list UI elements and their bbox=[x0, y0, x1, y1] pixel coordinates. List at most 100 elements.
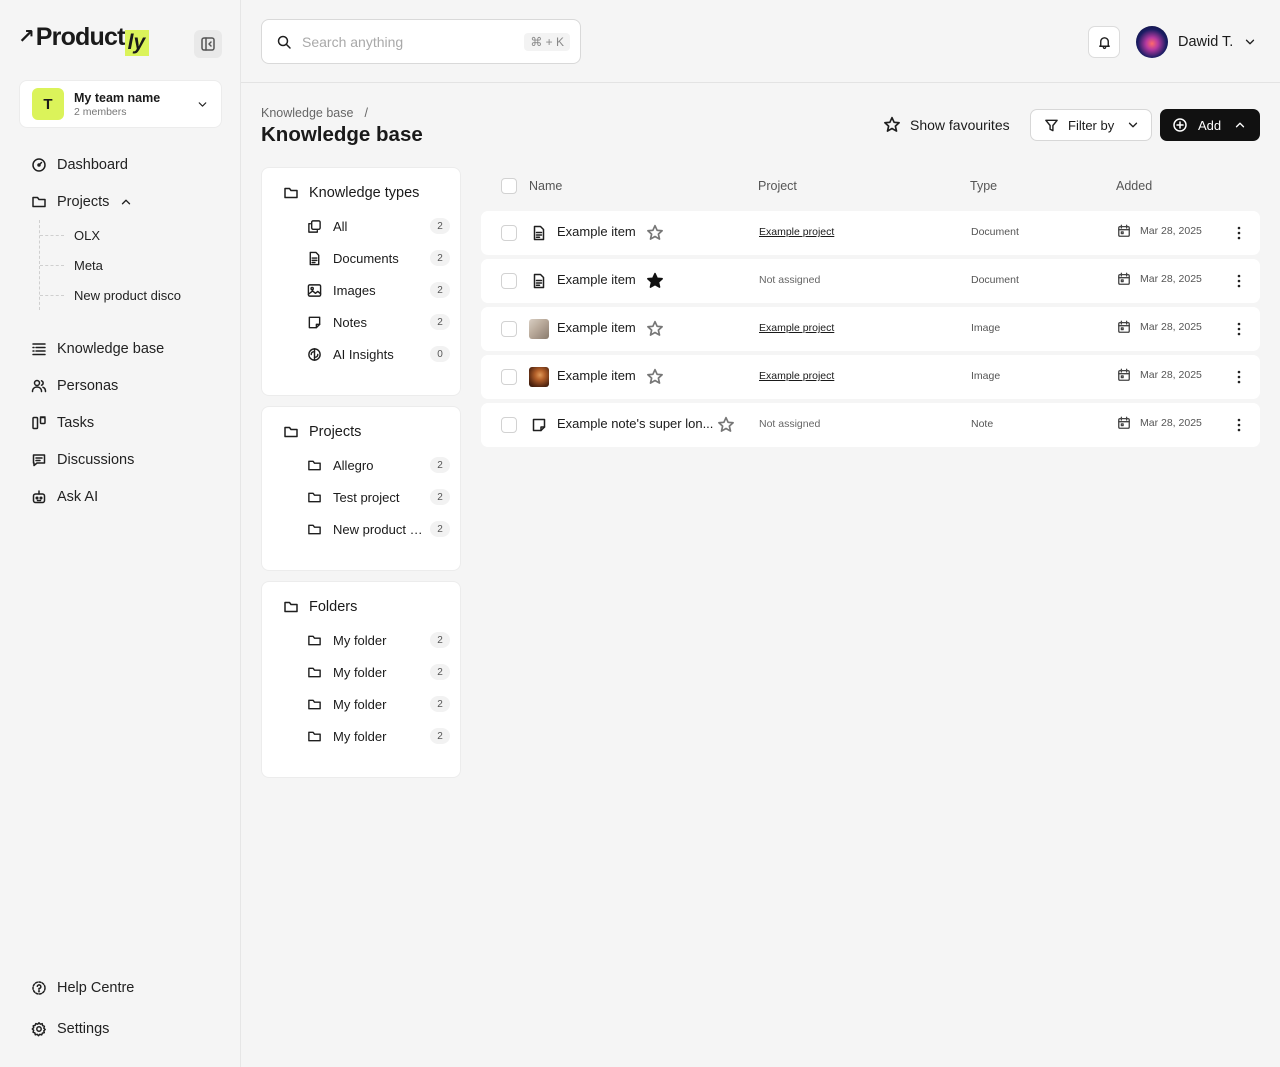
nav-projects[interactable]: Projects bbox=[0, 183, 241, 220]
table-row[interactable]: Example item Not assigned Document Mar 2… bbox=[481, 259, 1260, 303]
nav-settings[interactable]: Settings bbox=[0, 1010, 241, 1047]
row-menu-button[interactable] bbox=[1229, 271, 1249, 291]
row-menu-button[interactable] bbox=[1229, 319, 1249, 339]
row-added: Mar 28, 2025 bbox=[1117, 272, 1202, 286]
collapse-sidebar-button[interactable] bbox=[194, 30, 222, 58]
project-allegro-label: Allegro bbox=[333, 457, 374, 473]
column-project[interactable]: Project bbox=[758, 179, 797, 193]
star-icon[interactable] bbox=[646, 320, 664, 338]
folder-icon bbox=[284, 426, 298, 438]
nav-dashboard[interactable]: Dashboard bbox=[0, 146, 241, 183]
chevron-down-icon bbox=[1129, 122, 1138, 128]
folders-list: My folder 2 My folder 2 My folder 2 My f… bbox=[262, 624, 460, 752]
folder-label: My folder bbox=[333, 728, 387, 744]
row-checkbox[interactable] bbox=[501, 225, 517, 241]
table-row[interactable]: Example item Example project Image Mar 2… bbox=[481, 355, 1260, 399]
nav-tasks[interactable]: Tasks bbox=[0, 404, 241, 441]
folder-item[interactable]: My folder 2 bbox=[262, 720, 460, 752]
star-icon[interactable] bbox=[646, 224, 664, 242]
nav-tasks-label: Tasks bbox=[57, 414, 95, 431]
folder-count: 2 bbox=[430, 632, 450, 648]
type-all-count: 2 bbox=[430, 218, 450, 234]
type-images[interactable]: Images 2 bbox=[262, 274, 460, 306]
type-notes[interactable]: Notes 2 bbox=[262, 306, 460, 338]
type-ai-insights-count: 0 bbox=[430, 346, 450, 362]
project-test[interactable]: Test project 2 bbox=[262, 481, 460, 513]
row-checkbox[interactable] bbox=[501, 417, 517, 433]
nav-personas[interactable]: Personas bbox=[0, 367, 241, 404]
type-notes-count: 2 bbox=[430, 314, 450, 330]
row-thumbnail bbox=[529, 319, 549, 339]
star-icon[interactable] bbox=[646, 368, 664, 386]
subnav-project-olx[interactable]: OLX bbox=[40, 220, 241, 250]
plus-circle-icon bbox=[1173, 118, 1187, 132]
subnav-project-meta[interactable]: Meta bbox=[40, 250, 241, 280]
subnav-project-new-product[interactable]: New product disco bbox=[40, 280, 241, 310]
row-type: Document bbox=[971, 274, 1019, 286]
row-menu-button[interactable] bbox=[1229, 223, 1249, 243]
user-menu[interactable]: Dawid T. bbox=[1136, 26, 1257, 58]
row-project-link[interactable]: Example project bbox=[759, 226, 834, 238]
row-menu-button[interactable] bbox=[1229, 367, 1249, 387]
team-switcher[interactable]: T My team name 2 members bbox=[19, 80, 222, 128]
folder-item[interactable]: My folder 2 bbox=[262, 688, 460, 720]
breadcrumb-root[interactable]: Knowledge base bbox=[261, 106, 353, 120]
row-name[interactable]: Example item bbox=[557, 320, 636, 335]
row-project: Not assigned bbox=[759, 274, 821, 286]
folder-icon bbox=[308, 524, 321, 534]
row-name[interactable]: Example note's super lon... bbox=[557, 416, 713, 431]
folder-icon bbox=[284, 187, 298, 199]
avatar bbox=[1136, 26, 1168, 58]
table-row[interactable]: Example item Example project Image Mar 2… bbox=[481, 307, 1260, 351]
row-menu-button[interactable] bbox=[1229, 415, 1249, 435]
folder-item[interactable]: My folder 2 bbox=[262, 624, 460, 656]
row-name[interactable]: Example item bbox=[557, 272, 636, 287]
folder-label: My folder bbox=[333, 664, 387, 680]
row-project-link[interactable]: Example project bbox=[759, 370, 834, 382]
select-all-checkbox[interactable] bbox=[501, 178, 517, 194]
table-row[interactable]: Example note's super lon... Not assigned… bbox=[481, 403, 1260, 447]
star-filled-icon[interactable] bbox=[646, 272, 664, 290]
notifications-button[interactable] bbox=[1088, 26, 1120, 58]
nav-discussions[interactable]: Discussions bbox=[0, 441, 241, 478]
star-icon[interactable] bbox=[717, 416, 735, 434]
row-project: Not assigned bbox=[759, 418, 821, 430]
folder-icon bbox=[32, 196, 46, 207]
column-type[interactable]: Type bbox=[970, 179, 997, 193]
image-icon bbox=[307, 283, 322, 297]
row-project-link[interactable]: Example project bbox=[759, 322, 834, 334]
type-images-count: 2 bbox=[430, 282, 450, 298]
project-new-product[interactable]: New product d... 2 bbox=[262, 513, 460, 545]
column-added[interactable]: Added bbox=[1116, 179, 1152, 193]
filter-icon bbox=[1045, 119, 1058, 131]
nav-knowledge-base[interactable]: Knowledge base bbox=[0, 330, 241, 367]
filter-by-button[interactable]: Filter by bbox=[1030, 109, 1152, 141]
row-checkbox[interactable] bbox=[501, 369, 517, 385]
folder-item[interactable]: My folder 2 bbox=[262, 656, 460, 688]
column-name[interactable]: Name bbox=[529, 179, 562, 193]
row-name[interactable]: Example item bbox=[557, 368, 636, 383]
folder-icon bbox=[308, 731, 321, 741]
star-icon bbox=[884, 116, 900, 132]
row-checkbox[interactable] bbox=[501, 273, 517, 289]
search-shortcut: ⌘ + K bbox=[524, 32, 570, 51]
row-added: Mar 28, 2025 bbox=[1117, 416, 1202, 430]
show-favourites-label: Show favourites bbox=[910, 117, 1010, 133]
table-row[interactable]: Example item Example project Document Ma… bbox=[481, 211, 1260, 255]
calendar-icon bbox=[1118, 272, 1130, 285]
nav-help-centre[interactable]: Help Centre bbox=[0, 969, 241, 1006]
type-ai-insights[interactable]: AI Insights 0 bbox=[262, 338, 460, 370]
type-documents[interactable]: Documents 2 bbox=[262, 242, 460, 274]
folder-icon bbox=[308, 635, 321, 645]
nav-ask-ai[interactable]: Ask AI bbox=[0, 478, 241, 515]
add-button[interactable]: Add bbox=[1160, 109, 1260, 141]
type-all[interactable]: All 2 bbox=[262, 210, 460, 242]
search-box[interactable]: ⌘ + K bbox=[261, 19, 581, 64]
show-favourites-button[interactable]: Show favourites bbox=[883, 114, 1010, 136]
row-checkbox[interactable] bbox=[501, 321, 517, 337]
search-input[interactable] bbox=[302, 33, 525, 50]
note-icon bbox=[308, 316, 321, 328]
project-allegro[interactable]: Allegro 2 bbox=[262, 449, 460, 481]
logo[interactable]: ↗ Product ly bbox=[18, 24, 150, 58]
row-name[interactable]: Example item bbox=[557, 224, 636, 239]
